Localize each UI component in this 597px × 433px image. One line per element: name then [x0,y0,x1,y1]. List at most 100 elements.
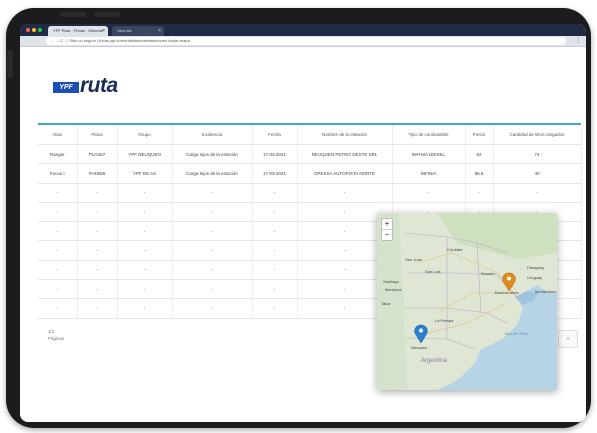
column-header[interactable]: Fecha [252,125,298,145]
table-cell: NEUQUEN PETRO OESTE SRL [297,144,393,165]
table-cell: - [252,202,298,223]
column-header[interactable]: Cantidad de litros cargados [493,125,582,145]
browser-tab-inactive[interactable]: New tab × [112,26,164,36]
table-cell: - [172,202,253,223]
zoom-in-button[interactable]: + [382,219,392,230]
column-header[interactable]: Nombre de la estación [297,125,393,145]
table-cell: - [252,240,298,261]
page-count: 1/1 [48,329,55,334]
table-cell: Ranger [38,144,78,165]
table-row[interactable]: --------- [38,183,582,203]
url-field[interactable]: ← → C ⓘ Sitio no seguro | flotas.ypf.com… [46,37,566,45]
table-cell: - [38,221,78,242]
table-cell: Carga lejos de la estación [172,144,253,165]
table-cell: - [252,221,298,242]
table-row[interactable]: Ranger PLG487 YPF NEUQUEN Carga lejos de la… [38,144,582,165]
table-cell: - [77,202,118,223]
column-header[interactable]: Precio [465,125,494,145]
minimize-window-icon[interactable] [32,28,36,32]
map-label: Uruguay [527,275,543,280]
table-cell: - [252,260,298,281]
tab-label: New tab [117,28,132,33]
column-header[interactable]: Placa [77,125,118,145]
map-label: Santiago [383,279,399,284]
volume-button [60,12,86,17]
table-cell: - [117,183,173,203]
next-page-button[interactable]: » [558,330,578,348]
zoom-control: + − [381,218,393,241]
column-header[interactable]: Alias [38,125,78,145]
table-cell: - [77,221,118,242]
map-label: Buenos Aires [495,290,519,295]
column-header[interactable]: Grupo [117,125,173,145]
close-tab-icon[interactable]: × [158,26,161,36]
column-header[interactable]: Tipo de combustible [392,125,466,145]
close-tab-icon[interactable]: × [102,26,105,36]
table-cell: - [493,183,582,203]
table-cell: - [117,298,173,319]
table-cell: YPF BS AS [117,163,173,184]
browser-tab-active[interactable]: YPF Ruta · Flotas · Historial × [48,26,108,36]
address-bar: ← → C ⓘ Sitio no seguro | flotas.ypf.com… [20,36,586,47]
browser-menu-icon[interactable]: ⋮ [575,37,581,44]
map-label: Mendoza [385,287,402,292]
table-cell: 82 [465,144,494,165]
table-cell: - [117,240,173,261]
table-cell: - [117,202,173,223]
table-cell: 17-03-2021 [252,163,298,184]
table-cell: INFINIA [392,163,466,184]
page-label: Páginas [48,336,65,341]
table-cell: - [77,260,118,281]
map-canvas[interactable] [377,213,557,390]
table-cell: INFINIA DIESEL [392,144,466,165]
table-cell: - [172,240,253,261]
table-cell: YPF NEUQUEN [117,144,173,165]
table-cell: Focus I [38,163,78,184]
table-cell: - [252,279,298,300]
table-cell: - [172,298,253,319]
table-cell: 96.6 [465,163,494,184]
map-label: Mar del Plata [505,331,529,336]
power-button [7,50,13,78]
table-cell: 74 [493,144,582,165]
map-label: San Luis [425,269,441,274]
table-cell: - [38,260,78,281]
table-cell: - [172,183,253,203]
table-cell: - [38,298,78,319]
ypf-badge: YPF [53,82,79,93]
table-cell: - [77,240,118,261]
table-cell: Carga lejos de la estación [172,163,253,184]
map-label: Neuquén [411,345,428,350]
column-header[interactable]: Incidencia [172,125,253,145]
table-cell: PLG487 [77,144,118,165]
table-row[interactable]: Focus I FHH066 YPF BS AS Carga lejos de la … [38,163,582,184]
table-cell: - [77,279,118,300]
browser-tab-bar: YPF Ruta · Flotas · Historial × New tab … [20,24,586,36]
table-cell: - [77,298,118,319]
map-popup[interactable]: + − Paraguay Córdoba San Juan San Luis S… [377,213,557,390]
table-cell: OPESSA AUTOPISTA NORTE [297,163,393,184]
maximize-window-icon[interactable] [38,28,42,32]
table-header-row: Alias Placa Grupo Incidencia Fecha Nombr… [38,125,582,145]
close-window-icon[interactable] [26,28,30,32]
table-cell: - [117,260,173,281]
map-label: Córdoba [447,247,463,252]
table-cell: - [465,183,494,203]
table-cell: 40 [493,163,582,184]
table-cell: - [38,240,78,261]
pagination: 1/1 Páginas [38,328,138,350]
map-label: Paraguay [527,265,545,270]
table-cell: - [297,183,393,203]
zoom-out-button[interactable]: − [382,230,392,240]
table-cell: - [77,183,118,203]
table-cell: - [172,221,253,242]
table-cell: - [252,298,298,319]
map-label: Montevideo [535,289,556,294]
table-cell: - [172,260,253,281]
table-cell: - [117,279,173,300]
screen: YPF Ruta · Flotas · Historial × New tab … [20,24,586,422]
table-cell: - [172,279,253,300]
map-label: Rosario [481,271,495,276]
map-label: San Juan [405,257,422,262]
table-cell: - [252,183,298,203]
